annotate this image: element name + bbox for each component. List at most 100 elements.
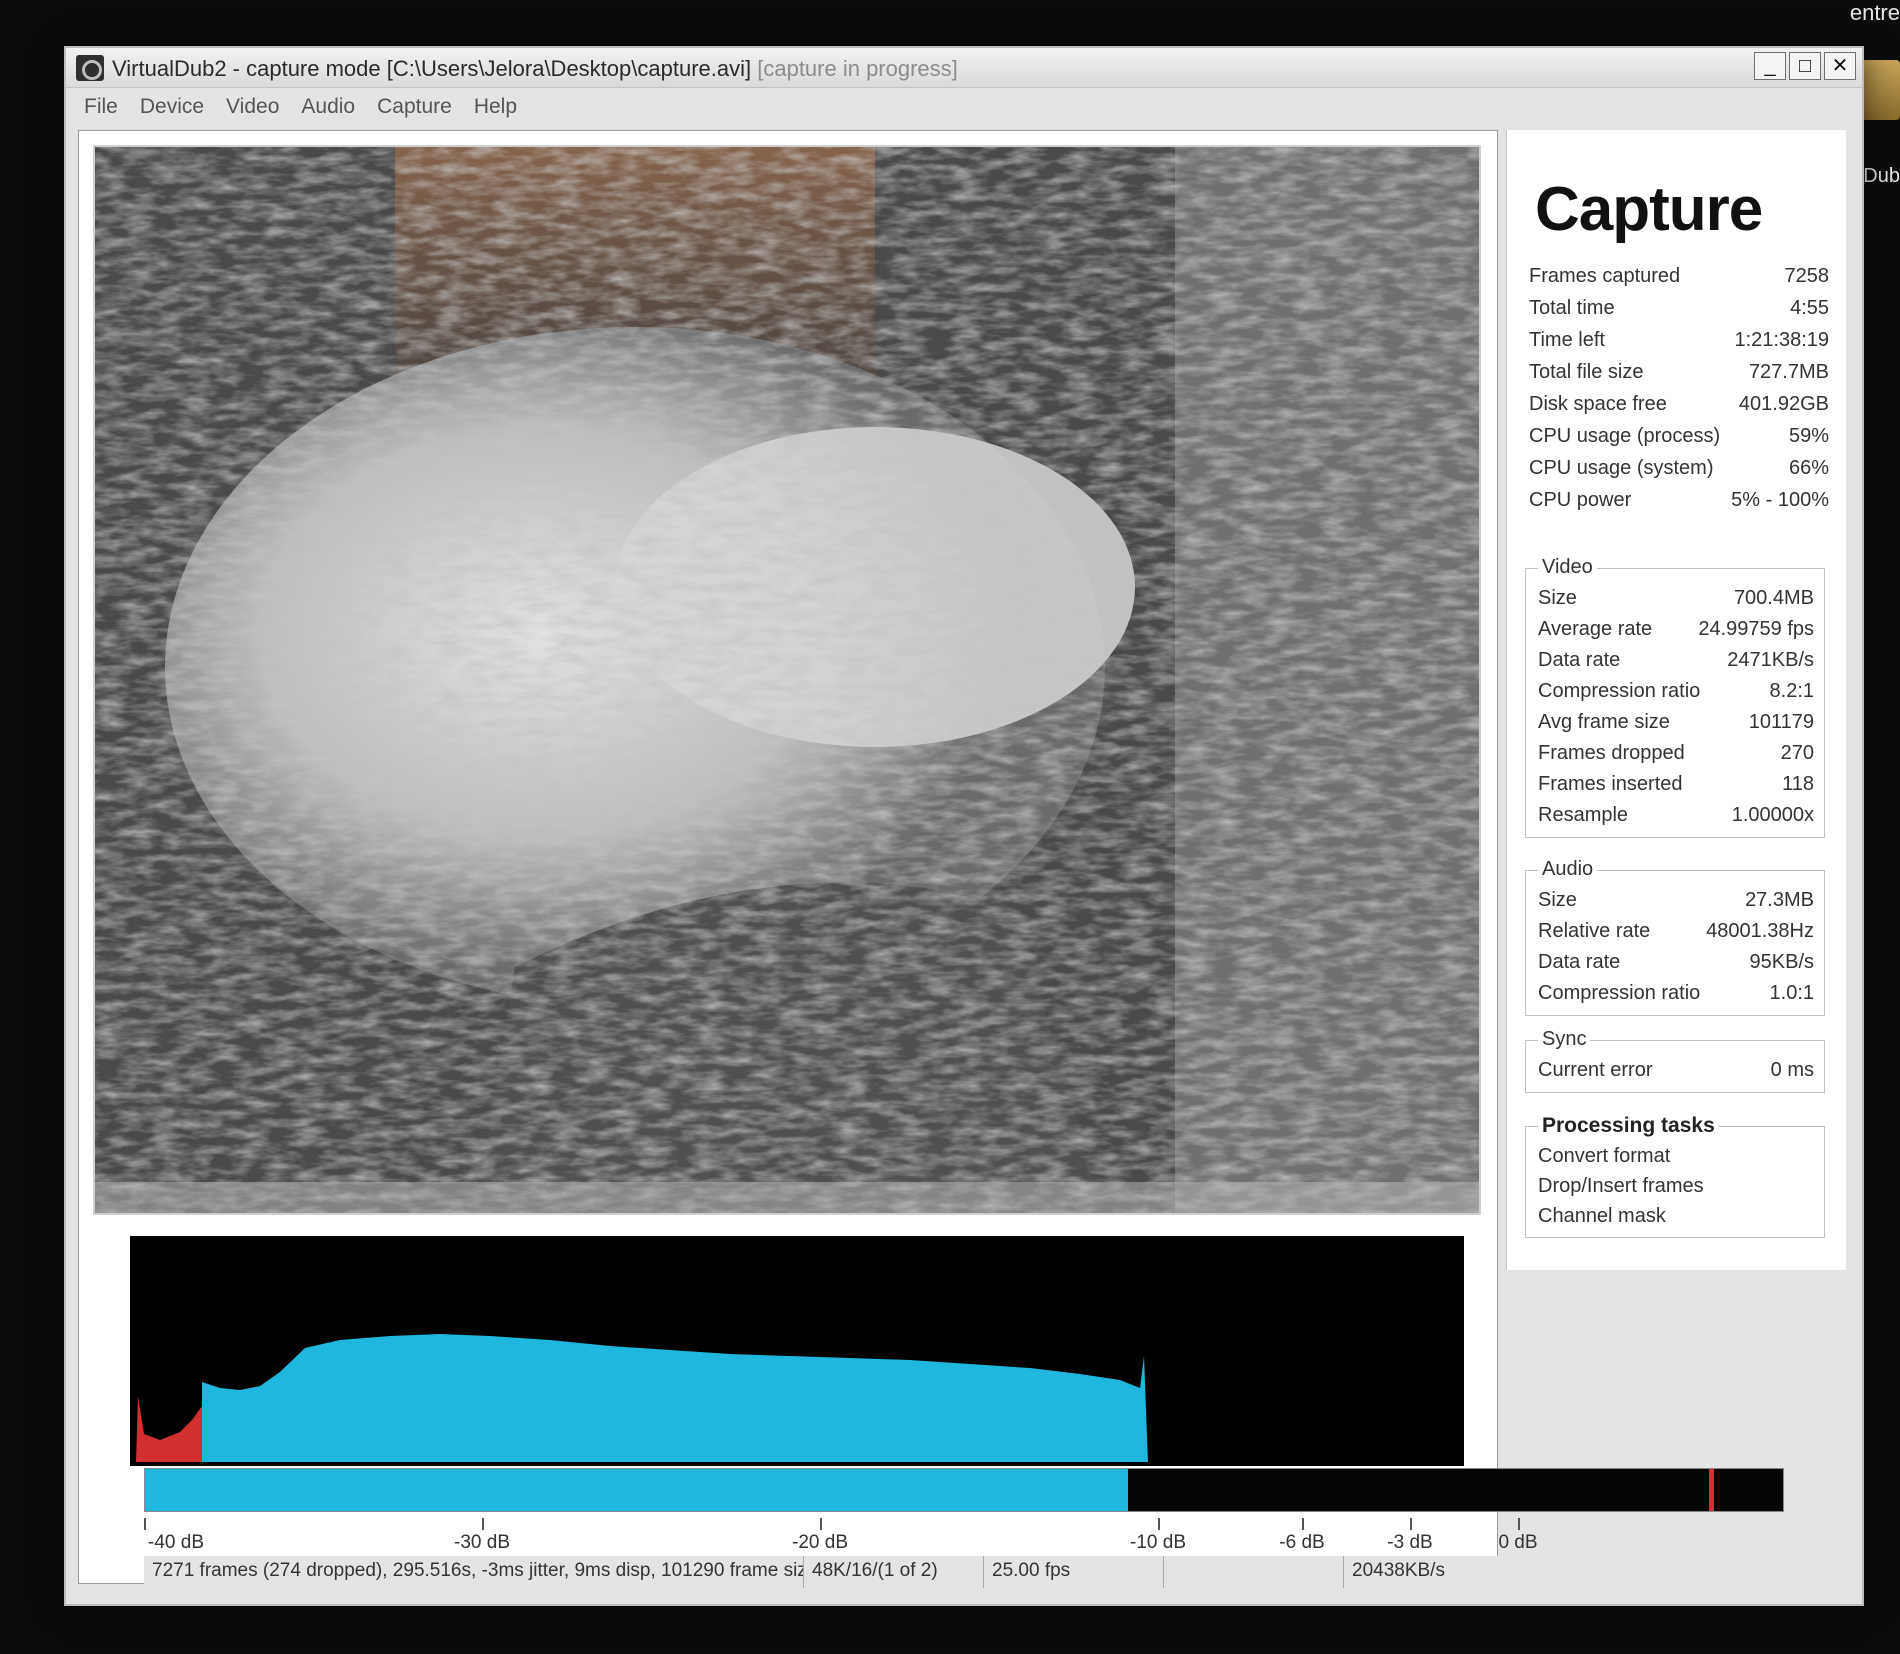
stat-value: 66%	[1788, 456, 1829, 479]
status-capture-info: 7271 frames (274 dropped), 295.516s, -3m…	[144, 1556, 804, 1588]
video-value: 1.00000x	[1731, 804, 1814, 826]
stat-label: Time left	[1529, 328, 1605, 351]
status-audio-format: 48K/16/(1 of 2)	[804, 1556, 984, 1588]
desktop-shortcut-icon[interactable]	[1860, 60, 1900, 120]
video-label: Data rate	[1538, 649, 1621, 671]
stat-value: 401.92GB	[1738, 392, 1829, 415]
video-label: Average rate	[1538, 618, 1653, 640]
desktop-shortcut-label[interactable]: Dub	[1863, 165, 1900, 188]
window-title-text: VirtualDub2 - capture mode [C:\Users\Jel…	[112, 56, 752, 81]
stat-label: CPU usage (system)	[1529, 456, 1714, 479]
capture-status-text: [capture in progress]	[757, 56, 958, 81]
audio-label: Data rate	[1538, 951, 1621, 973]
audio-group: Audio Size 27.3MB Relative rate 48001.38Hz…	[1525, 858, 1825, 1016]
video-frame-image	[95, 147, 1479, 1213]
audio-label: Size	[1538, 889, 1577, 911]
stat-value: 727.7MB	[1748, 360, 1829, 383]
stat-label: CPU power	[1529, 488, 1632, 511]
db-scale-tick	[482, 1518, 484, 1530]
menu-file[interactable]: File	[84, 95, 118, 119]
video-row: Frames inserted 118	[1538, 769, 1814, 800]
stat-label: CPU usage (process)	[1529, 424, 1721, 447]
desktop-corner-text: entre	[1849, 0, 1900, 25]
virtualdub-window: VirtualDub2 - capture mode [C:\Users\Jel…	[64, 46, 1864, 1606]
db-scale-label: -3 dB	[1387, 1532, 1433, 1553]
app-icon[interactable]	[76, 55, 104, 81]
db-scale-tick	[1158, 1518, 1160, 1530]
sync-value: 0 ms	[1770, 1059, 1814, 1081]
video-row: Average rate 24.99759 fps	[1538, 614, 1814, 645]
db-scale: -40 dB -30 dB -20 dB -10 dB -6 dB -3 dB 0 dB	[144, 1518, 1784, 1553]
task-drop-insert-frames: Drop/Insert frames	[1538, 1175, 1704, 1197]
audio-value: 27.3MB	[1745, 889, 1814, 911]
audio-level-bar	[144, 1468, 1784, 1512]
db-scale-label: -6 dB	[1279, 1532, 1325, 1553]
stat-row: Time left 1:21:38:19	[1529, 324, 1829, 356]
sync-group: Sync Current error 0 ms	[1525, 1028, 1825, 1093]
db-scale-tick	[1410, 1518, 1412, 1530]
audio-level-fill	[145, 1469, 1128, 1511]
db-scale-tick	[144, 1518, 146, 1530]
video-label: Frames inserted	[1538, 773, 1683, 795]
menu-capture[interactable]: Capture	[377, 95, 452, 119]
db-scale-tick	[820, 1518, 822, 1530]
status-empty	[1164, 1556, 1344, 1588]
video-row: Frames dropped 270	[1538, 738, 1814, 769]
audio-row: Data rate 95KB/s	[1538, 947, 1814, 978]
video-label: Resample	[1538, 804, 1629, 826]
processing-group: Processing tasks Convert format Drop/Ins…	[1525, 1114, 1825, 1238]
stat-row: Disk space free 401.92GB	[1529, 388, 1829, 420]
audio-value: 1.0:1	[1769, 982, 1814, 1004]
status-fps: 25.00 fps	[984, 1556, 1164, 1588]
status-data-rate: 20438KB/s	[1352, 1560, 1445, 1581]
stat-label: Total file size	[1529, 360, 1644, 383]
video-value: 8.2:1	[1769, 680, 1814, 702]
video-label: Size	[1538, 587, 1577, 609]
video-value: 24.99759 fps	[1698, 618, 1814, 640]
db-scale-label: -30 dB	[454, 1532, 510, 1553]
video-value: 700.4MB	[1733, 587, 1814, 609]
minimize-button[interactable]: _	[1754, 52, 1786, 80]
window-title: VirtualDub2 - capture mode [C:\Users\Jel…	[112, 56, 958, 82]
audio-value: 95KB/s	[1749, 951, 1814, 973]
close-button[interactable]: ✕	[1824, 52, 1856, 80]
video-value: 118	[1782, 773, 1814, 795]
video-row: Compression ratio 8.2:1	[1538, 676, 1814, 707]
audio-value: 48001.38Hz	[1706, 920, 1814, 942]
video-value: 2471KB/s	[1727, 649, 1814, 671]
audio-label: Relative rate	[1538, 920, 1651, 942]
stat-row: CPU usage (process) 59%	[1529, 420, 1829, 452]
db-scale-label: -40 dB	[148, 1532, 204, 1553]
stat-row: Total time 4:55	[1529, 292, 1829, 324]
capture-heading: Capture	[1535, 175, 1763, 244]
menu-bar: File Device Video Audio Capture Help	[66, 88, 1862, 126]
db-scale-tick	[1302, 1518, 1304, 1530]
stat-label: Total time	[1529, 296, 1615, 319]
stat-value: 59%	[1788, 424, 1829, 447]
video-preview	[93, 145, 1481, 1215]
maximize-button[interactable]: □	[1789, 52, 1821, 80]
menu-device[interactable]: Device	[140, 95, 204, 119]
video-value: 270	[1780, 742, 1814, 764]
stat-row: CPU power 5% - 100%	[1529, 484, 1829, 516]
video-row: Resample 1.00000x	[1538, 800, 1814, 831]
menu-help[interactable]: Help	[474, 95, 517, 119]
menu-video[interactable]: Video	[226, 95, 279, 119]
stat-row: CPU usage (system) 66%	[1529, 452, 1829, 484]
capture-stats: Frames captured 7258 Total time 4:55 Time …	[1529, 260, 1829, 516]
title-bar[interactable]: VirtualDub2 - capture mode [C:\Users\Jel…	[66, 48, 1862, 88]
video-row: Data rate 2471KB/s	[1538, 645, 1814, 676]
menu-audio[interactable]: Audio	[301, 95, 355, 119]
stat-row: Frames captured 7258	[1529, 260, 1829, 292]
video-group: Video Size 700.4MB Average rate 24.99759 f…	[1525, 556, 1825, 838]
capture-info-panel: Capture Frames captured 7258 Total time 4:…	[1506, 130, 1846, 1270]
audio-row: Compression ratio 1.0:1	[1538, 978, 1814, 1009]
status-bar: 7271 frames (274 dropped), 295.516s, -3m…	[144, 1556, 1784, 1588]
audio-row: Relative rate 48001.38Hz	[1538, 916, 1814, 947]
stat-row: Total file size 727.7MB	[1529, 356, 1829, 388]
video-value: 101179	[1748, 711, 1814, 733]
sync-label: Current error	[1538, 1059, 1653, 1081]
stat-label: Disk space free	[1529, 392, 1667, 415]
db-scale-label: -10 dB	[1130, 1532, 1186, 1553]
stat-value: 4:55	[1790, 296, 1829, 319]
